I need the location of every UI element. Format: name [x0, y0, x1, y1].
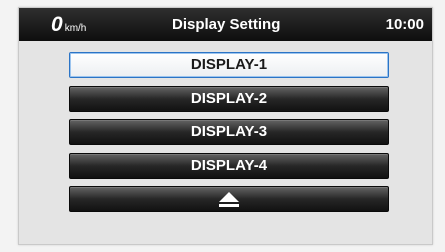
display-1-button[interactable]: DISPLAY-1 [69, 52, 389, 78]
display-panel: 0 km/h Display Setting 10:00 DISPLAY-1 DI… [18, 7, 433, 245]
speed-value: 0 [51, 13, 63, 36]
screen: 0 km/h Display Setting 10:00 DISPLAY-1 DI… [0, 0, 445, 252]
eject-icon [219, 192, 239, 207]
page-title: Display Setting [172, 16, 281, 33]
speed-unit: km/h [64, 23, 87, 34]
eject-button[interactable] [69, 186, 389, 212]
display-3-button[interactable]: DISPLAY-3 [69, 119, 389, 145]
display-2-button[interactable]: DISPLAY-2 [69, 86, 389, 112]
display-4-button[interactable]: DISPLAY-4 [69, 153, 389, 179]
clock: 10:00 [385, 16, 424, 33]
speedometer: 0 km/h [51, 14, 86, 36]
status-bar: 0 km/h Display Setting 10:00 [19, 8, 432, 41]
